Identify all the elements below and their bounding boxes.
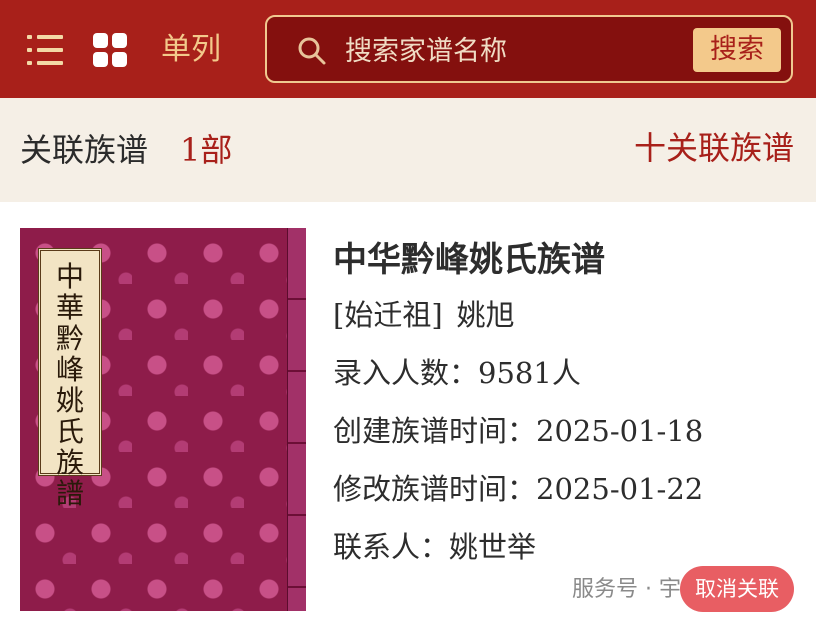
ancestor-row: [始迁祖] 姚旭 [333,286,703,344]
section-title: 关联族谱 [20,131,149,169]
add-link-button[interactable]: 十关联族谱 [634,128,794,168]
member-count-row: 录入人数：9581人 [333,344,703,402]
modified-label: 修改族谱时间： [333,472,537,506]
section-count: 1部 [180,131,233,169]
search-icon [298,37,326,65]
ancestor-value: 姚旭 [456,298,515,332]
search-box: 搜索 [265,15,793,83]
contact-label: 联系人： [333,530,450,564]
created-label: 创建族谱时间： [333,414,537,448]
view-mode-toggle[interactable]: 单列 [161,30,221,70]
ancestor-label: [始迁祖] [333,298,443,332]
grid-view-icon[interactable] [93,33,129,69]
section-header: 关联族谱 1部 十关联族谱 [0,98,816,202]
menu-icon[interactable] [27,33,65,67]
modified-row: 修改族谱时间：2025-01-22 [333,460,703,518]
book-info: 中华黔峰姚氏族谱 [始迁祖] 姚旭 录入人数：9581人 创建族谱时间：2025-… [333,234,703,576]
cover-label: 中華黔峰姚氏族譜 [38,248,102,509]
member-count-label: 录入人数： [333,356,479,390]
cover-title: 中華黔峰姚氏族譜 [55,260,84,510]
top-bar: 单列 搜索 [0,0,816,98]
cover-spine [287,228,306,611]
search-button[interactable]: 搜索 [693,28,781,72]
unlink-button[interactable]: 取消关联 [680,566,794,612]
created-row: 创建族谱时间：2025-01-18 [333,402,703,460]
search-input[interactable] [343,27,687,75]
modified-value: 2025-01-22 [536,472,704,506]
created-value: 2025-01-18 [536,414,704,448]
book-cover[interactable]: 中華黔峰姚氏族譜 [20,228,306,611]
member-count-value: 9581人 [478,356,581,390]
contact-value: 姚世举 [449,530,537,564]
contact-row: 联系人：姚世举 [333,518,703,576]
book-title[interactable]: 中华黔峰姚氏族谱 [333,234,703,286]
